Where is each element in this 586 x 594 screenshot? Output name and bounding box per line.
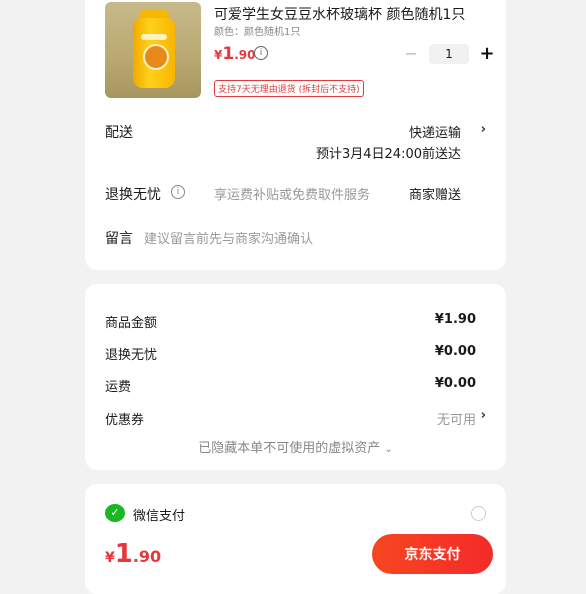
returns-label: 退换无忧 [105,187,161,203]
wechat-pay-radio[interactable] [471,506,486,521]
product-price: ¥1.90 [214,44,255,64]
hidden-assets-note[interactable]: 已隐藏本单不可使用的虚拟资产 ⌄ [85,437,506,456]
product-title[interactable]: 可爱学生女豆豆水杯玻璃杯 颜色随机1只 [214,4,465,24]
message-input[interactable]: 建议留言前先与商家沟通确认 [144,228,313,247]
price-integer: 1 [222,44,235,64]
info-icon[interactable]: i [171,185,185,199]
hidden-assets-text: 已隐藏本单不可使用的虚拟资产 [198,441,381,456]
info-icon[interactable]: i [254,46,268,60]
summary-row-label: 商品金额 [105,316,158,331]
chevron-down-icon: ⌄ [384,444,393,455]
delivery-label: 配送 [105,125,133,141]
price-summary-card: 商品金额 ¥1.90 退换无忧 ¥0.00 运费 ¥0.00 优惠券 无可用 ›… [85,284,506,470]
delivery-eta: 预计3月4日24:00前送达 [315,147,461,162]
summary-row-label: 退换无忧 [105,348,158,363]
total-decimal: .90 [132,547,162,566]
message-label: 留言 [105,231,133,247]
quantity-stepper: − 1 + [401,43,497,64]
wechat-pay-label[interactable]: 微信支付 [133,505,185,524]
jd-pay-button[interactable]: 京东支付 [372,534,493,574]
plus-icon[interactable]: + [477,43,497,64]
wechat-icon: ✓ [105,504,125,522]
total-currency: ¥ [105,550,115,566]
price-decimal: .90 [234,48,256,62]
summary-row-label: 运费 [105,380,132,395]
summary-row-value: ¥1.90 [434,312,476,327]
returns-description: 享运费补贴或免费取件服务 [213,188,370,203]
order-item-card: 可爱学生女豆豆水杯玻璃杯 颜色随机1只 颜色：颜色随机1只 ¥1.90 i − … [85,0,506,270]
coupon-value[interactable]: 无可用 [437,409,476,428]
total-price: ¥1.90 [105,539,161,569]
cup-label-graphic [141,34,167,40]
product-image[interactable] [105,2,201,98]
minus-icon[interactable]: − [401,44,421,63]
chevron-right-icon[interactable]: › [481,122,486,137]
delivery-method[interactable]: 快递运输 [409,122,461,141]
coupon-label: 优惠券 [105,413,145,428]
chevron-right-icon[interactable]: › [481,408,486,423]
product-variant: 颜色：颜色随机1只 [214,27,301,38]
cup-face-graphic [143,44,169,70]
return-policy-badge: 支持7天无理由退货 (拆封后不支持) [214,80,364,97]
returns-value: 商家赠送 [408,188,461,203]
total-integer: 1 [114,539,133,569]
summary-row-value: ¥0.00 [434,344,476,359]
summary-row-value: ¥0.00 [434,376,476,391]
quantity-field[interactable]: 1 [429,43,469,64]
